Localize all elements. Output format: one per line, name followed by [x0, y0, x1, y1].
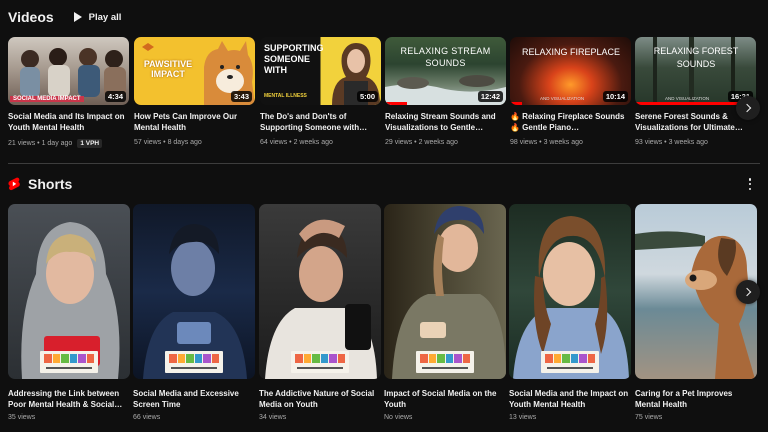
short-title[interactable]: Caring for a Pet Improves Mental Health — [635, 388, 757, 410]
short-views: 34 views — [259, 414, 287, 421]
video-views: 98 views — [510, 139, 538, 146]
video-thumbnail[interactable]: SUPPORTING SOMEONE WITH MENTAL ILLNESS 5… — [260, 37, 381, 105]
video-title[interactable]: Relaxing Stream Sounds and Visualization… — [385, 111, 506, 133]
short-title[interactable]: Social Media and Excessive Screen Time — [133, 388, 255, 410]
short-views: 13 views — [509, 414, 537, 421]
video-duration: 5:00 — [356, 91, 378, 102]
video-views: 64 views — [260, 139, 288, 146]
chevron-right-icon — [742, 287, 752, 297]
vph-badge: 1 VPH — [77, 139, 103, 148]
short-title[interactable]: Impact of Social Media on the Youth — [384, 388, 506, 410]
short-title[interactable]: Social Media and the Impact on Youth Men… — [509, 388, 631, 410]
video-meta: 21 views • 1 day ago 1 VPH — [8, 139, 129, 148]
short-thumbnail[interactable] — [259, 204, 381, 379]
video-age: 3 weeks ago — [668, 139, 708, 146]
short-card[interactable]: Caring for a Pet Improves Mental Health … — [635, 204, 757, 421]
play-icon — [73, 12, 82, 22]
short-title[interactable]: The Addictive Nature of Social Media on … — [259, 388, 381, 410]
shorts-shelf: Addressing the Link between Poor Mental … — [8, 204, 760, 424]
video-meta: 29 views • 2 weeks ago — [385, 139, 458, 146]
video-title[interactable]: Social Media and Its Impact on Youth Men… — [8, 111, 129, 133]
short-card[interactable]: Social Media and the Impact on Youth Men… — [509, 204, 631, 421]
video-thumbnail[interactable]: SOCIAL MEDIA IMPACT 4:34 — [8, 37, 129, 105]
channel-watermark — [40, 351, 98, 373]
short-thumbnail[interactable] — [8, 204, 130, 379]
video-duration: 10:14 — [602, 91, 628, 102]
short-views: No views — [384, 414, 413, 421]
video-card[interactable]: RELAXING STREAM SOUNDS 12:42 Relaxing St… — [385, 37, 506, 146]
channel-watermark — [291, 351, 349, 373]
thumbnail-caption: PAWSITIVE IMPACT — [143, 59, 193, 79]
thumbnail-subcaption: AND VISUALIZATION — [665, 96, 710, 101]
video-meta: 98 views • 3 weeks ago — [510, 139, 583, 146]
video-age: 1 day ago — [41, 140, 73, 147]
video-views: 29 views — [385, 139, 413, 146]
video-duration: 3:43 — [230, 91, 252, 102]
video-views: 93 views — [635, 139, 663, 146]
shorts-next-button[interactable] — [736, 280, 760, 304]
short-card[interactable]: Impact of Social Media on the Youth No v… — [384, 204, 506, 421]
channel-watermark — [165, 351, 223, 373]
thumbnail-subcaption: MENTAL ILLNESS — [264, 93, 307, 99]
chevron-right-icon — [742, 103, 752, 113]
short-card[interactable]: Addressing the Link between Poor Mental … — [8, 204, 130, 421]
video-title[interactable]: 🔥 Relaxing Fireplace Sounds 🔥 Gentle Pia… — [510, 111, 631, 133]
short-thumbnail[interactable] — [509, 204, 631, 379]
short-views: 75 views — [635, 414, 663, 421]
channel-watermark — [416, 351, 474, 373]
video-views: 21 views — [8, 140, 36, 147]
videos-section-header: Videos Play all — [8, 9, 121, 25]
short-title[interactable]: Addressing the Link between Poor Mental … — [8, 388, 130, 410]
videos-shelf: SOCIAL MEDIA IMPACT 4:34 Social Media an… — [8, 37, 760, 152]
video-card[interactable]: SUPPORTING SOMEONE WITH MENTAL ILLNESS 5… — [260, 37, 381, 146]
video-age: 8 days ago — [167, 139, 202, 146]
shorts-logo-icon — [8, 177, 20, 191]
video-meta: 57 views • 8 days ago — [134, 139, 202, 146]
video-thumbnail[interactable]: RELAXING FIREPLACE AND VISUALIZATION 10:… — [510, 37, 631, 105]
thumbnail-caption: SOCIAL MEDIA IMPACT — [10, 96, 84, 102]
video-card[interactable]: RELAXING FOREST SOUNDS AND VISUALIZATION… — [635, 37, 756, 146]
video-meta: 93 views • 3 weeks ago — [635, 139, 708, 146]
shorts-title[interactable]: Shorts — [28, 176, 72, 192]
short-card[interactable]: The Addictive Nature of Social Media on … — [259, 204, 381, 421]
thumbnail-subcaption: AND VISUALIZATION — [540, 96, 585, 101]
short-views: 35 views — [8, 414, 36, 421]
video-age: 2 weeks ago — [418, 139, 458, 146]
video-duration: 4:34 — [104, 91, 126, 102]
video-thumbnail[interactable]: RELAXING FOREST SOUNDS AND VISUALIZATION… — [635, 37, 756, 105]
watch-progress-bar — [510, 102, 523, 105]
thumbnail-caption: RELAXING FIREPLACE — [521, 47, 621, 57]
video-age: 3 weeks ago — [543, 139, 583, 146]
video-title[interactable]: The Do's and Don'ts of Supporting Someon… — [260, 111, 381, 133]
more-vert-icon[interactable] — [748, 178, 752, 190]
channel-watermark — [541, 351, 599, 373]
play-all-label: Play all — [88, 11, 122, 23]
thumbnail-caption: SUPPORTING SOMEONE WITH — [264, 43, 324, 75]
video-thumbnail[interactable]: PAWSITIVE IMPACT 3:43 — [134, 37, 255, 105]
videos-next-button[interactable] — [736, 96, 760, 120]
videos-title[interactable]: Videos — [8, 9, 54, 25]
video-title[interactable]: How Pets Can Improve Our Mental Health — [134, 111, 255, 133]
watch-progress-bar — [385, 102, 407, 105]
short-thumbnail[interactable] — [133, 204, 255, 379]
shorts-section-header: Shorts — [8, 176, 72, 192]
thumbnail-caption: RELAXING STREAM SOUNDS — [400, 46, 491, 68]
video-card[interactable]: PAWSITIVE IMPACT 3:43 How Pets Can Impro… — [134, 37, 255, 146]
video-card[interactable]: SOCIAL MEDIA IMPACT 4:34 Social Media an… — [8, 37, 129, 148]
thumbnail-caption: RELAXING FOREST SOUNDS — [653, 46, 739, 69]
video-card[interactable]: RELAXING FIREPLACE AND VISUALIZATION 10:… — [510, 37, 631, 146]
video-thumbnail[interactable]: RELAXING STREAM SOUNDS 12:42 — [385, 37, 506, 105]
play-all-button[interactable]: Play all — [73, 11, 122, 23]
short-card[interactable]: Social Media and Excessive Screen Time 6… — [133, 204, 255, 421]
short-views: 66 views — [133, 414, 161, 421]
short-thumbnail[interactable] — [384, 204, 506, 379]
video-meta: 64 views • 2 weeks ago — [260, 139, 333, 146]
video-age: 2 weeks ago — [293, 139, 333, 146]
video-views: 57 views — [134, 139, 162, 146]
video-duration: 12:42 — [477, 91, 503, 102]
section-divider — [8, 163, 760, 164]
